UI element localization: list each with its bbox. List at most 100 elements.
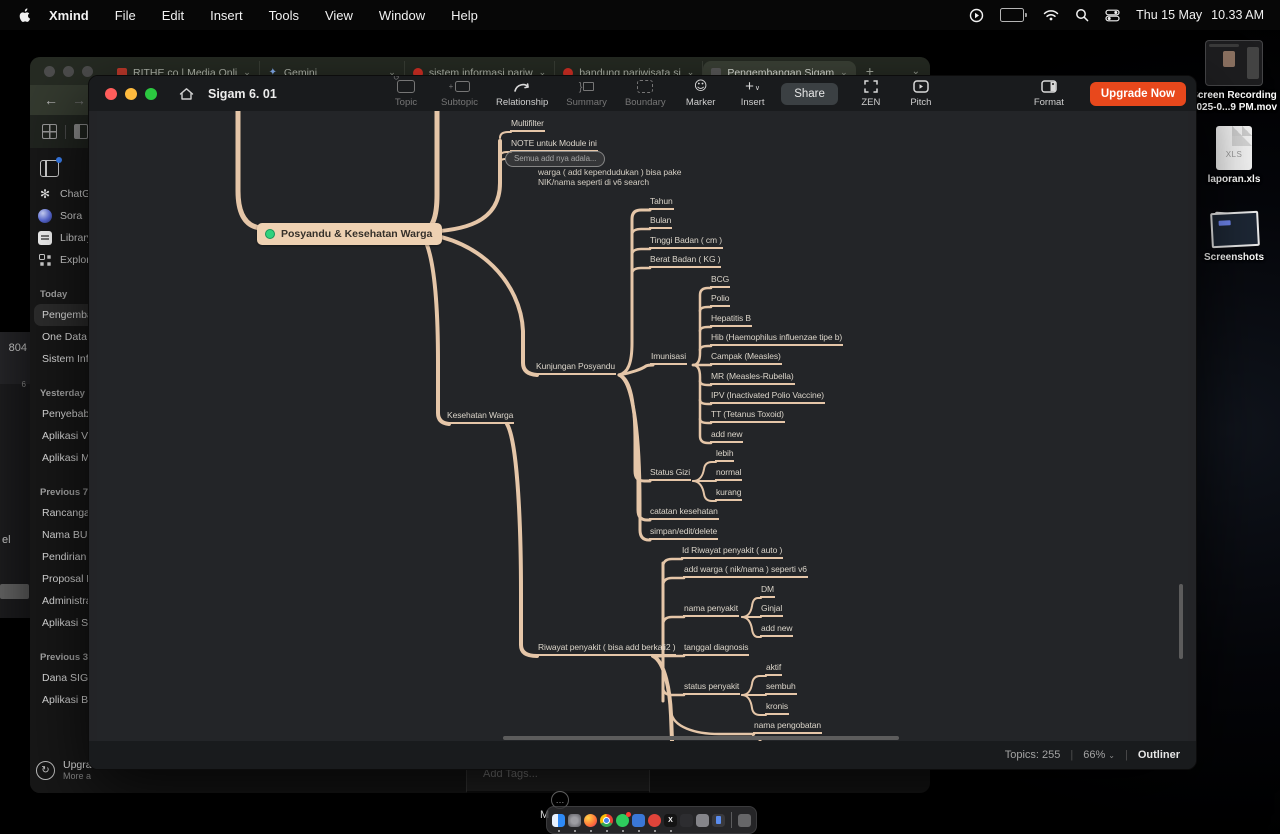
mindmap-topic[interactable]: Polio	[710, 293, 730, 307]
mindmap-topic[interactable]: sembuh	[765, 681, 797, 695]
mindmap-topic[interactable]: Tahun	[649, 196, 674, 210]
whatsapp-dock-icon[interactable]	[616, 814, 629, 827]
apple-logo-icon[interactable]	[18, 8, 31, 23]
panel-icon[interactable]	[74, 124, 88, 139]
mindmap-topic[interactable]: Hib (Haemophilus influenzae tipe b)	[710, 332, 843, 346]
menu-help[interactable]: Help	[451, 8, 478, 23]
mindmap-topic[interactable]: add warga ( nik/nama ) seperti v6	[683, 564, 808, 578]
mindmap-topic[interactable]: Tinggi Badan ( cm )	[649, 235, 723, 249]
mindmap-topic[interactable]: Riwayat penyakit ( bisa add berkali2 )	[537, 642, 676, 656]
mindmap-topic[interactable]: Id Riwayat penyakit ( auto )	[681, 545, 783, 559]
finder-dock-icon[interactable]	[552, 814, 565, 827]
chrome-dock-icon[interactable]	[600, 814, 613, 827]
forward-arrow-icon[interactable]: →	[72, 92, 86, 108]
mindmap-topic[interactable]: Kesehatan Warga	[446, 410, 514, 424]
mindmap-topic[interactable]: catatan kesehatan	[649, 506, 719, 520]
menu-edit[interactable]: Edit	[162, 8, 184, 23]
mindmap-topic[interactable]: lebih	[715, 448, 734, 462]
firefox-dock-icon[interactable]	[584, 814, 597, 827]
subtopic-button[interactable]: Subtopic	[441, 79, 478, 108]
menu-tools[interactable]: Tools	[269, 8, 299, 23]
upgrade-now-button[interactable]: Upgrade Now	[1090, 82, 1186, 106]
back-arrow-icon[interactable]: ←	[44, 92, 58, 108]
home-icon[interactable]	[179, 87, 194, 101]
desktop-icon-screen-recording[interactable]: Screen Recording 2025-0...9 PM.mov	[1188, 40, 1280, 114]
mindmap-main-topic[interactable]: Posyandu & Kesehatan Warga	[257, 223, 442, 245]
mindmap-topic[interactable]: Status Gizi	[649, 467, 691, 481]
boundary-button[interactable]: Boundary	[625, 79, 666, 108]
close-button[interactable]	[105, 88, 117, 100]
zen-button[interactable]: ZEN	[854, 79, 888, 108]
menu-view[interactable]: View	[325, 8, 353, 23]
mindmap-topic[interactable]: kronis	[765, 701, 789, 715]
grid-icon[interactable]	[42, 124, 57, 139]
archive-dock-icon[interactable]	[696, 814, 709, 827]
share-button[interactable]: Share	[781, 83, 838, 105]
mindmap-topic[interactable]: Bulan	[649, 215, 672, 229]
topic-button[interactable]: Topic	[389, 79, 423, 108]
blue-app-dock-icon[interactable]	[632, 814, 645, 827]
terminal-dock-icon[interactable]	[680, 814, 693, 827]
mindmap-topic[interactable]: TT (Tetanus Toxoid)	[710, 409, 785, 423]
mindmap-topic[interactable]: aktif	[765, 662, 782, 676]
mindmap-topic[interactable]: nama penyakit	[683, 603, 739, 617]
mindmap-topic[interactable]: NOTE untuk Module ini	[510, 138, 598, 152]
horizontal-scrollbar[interactable]	[503, 736, 899, 740]
mindmap-topic[interactable]: tanggal diagnosis	[683, 642, 749, 656]
mindmap-topic[interactable]: kurang	[715, 487, 742, 501]
mindmap-topic[interactable]: Berat Badan ( KG )	[649, 254, 721, 268]
screen-record-icon[interactable]	[969, 8, 984, 23]
mindmap-topic[interactable]: IPV (Inactivated Polio Vaccine)	[710, 390, 825, 404]
mindmap-topic[interactable]: MR (Measles-Rubella)	[710, 371, 795, 385]
control-center-icon[interactable]	[1105, 9, 1120, 22]
battery-icon[interactable]	[1000, 8, 1027, 22]
active-app-name[interactable]: Xmind	[49, 8, 89, 23]
mindmap-topic[interactable]: Campak (Measles)	[710, 351, 782, 365]
desktop-icon-laporan-xls[interactable]: XLS laporan.xls	[1188, 126, 1280, 186]
mindmap-topic[interactable]: status penyakit	[683, 681, 740, 695]
menu-file[interactable]: File	[115, 8, 136, 23]
menu-window[interactable]: Window	[379, 8, 425, 23]
mindmap-topic[interactable]: warga ( add kependudukan ) bisa pake NIK…	[537, 167, 682, 189]
divider: |	[1070, 749, 1073, 761]
mindmap-topic[interactable]: DM	[760, 584, 775, 598]
mindmap-topic[interactable]: Ginjal	[760, 603, 783, 617]
mindmap-topic[interactable]: add new	[710, 429, 743, 443]
format-button[interactable]: Format	[1032, 79, 1066, 108]
system-settings-dock-icon[interactable]	[568, 814, 581, 827]
sidebar-toggle-icon[interactable]	[40, 160, 59, 177]
xmind-dock-icon[interactable]: X	[664, 814, 677, 827]
mindmap-topic[interactable]: simpan/edit/delete	[649, 526, 718, 540]
browser-traffic-lights[interactable]	[44, 66, 93, 77]
mindmap-topic[interactable]: add new	[760, 623, 793, 637]
red-app-dock-icon[interactable]	[648, 814, 661, 827]
pitch-button[interactable]: Pitch	[904, 79, 938, 108]
mindmap-topic[interactable]: Semua add nya adala...	[505, 151, 605, 167]
mindmap-topic[interactable]: BCG	[710, 274, 730, 288]
desktop-icon-screenshots[interactable]: Screenshots	[1188, 210, 1280, 264]
vertical-scrollbar[interactable]	[1179, 584, 1183, 659]
zoom-level-control[interactable]: 66%⌄	[1083, 749, 1115, 761]
mindmap-topic[interactable]: nama pengobatan	[753, 720, 822, 734]
minimize-button[interactable]	[125, 88, 137, 100]
mindmap-topic[interactable]: Hepatitis B	[710, 313, 752, 327]
marker-button[interactable]: ☺ Marker	[684, 79, 718, 108]
mindmap-topic[interactable]: Kunjungan Posyandu	[535, 361, 616, 375]
insert-button[interactable]: +∨ Insert	[736, 79, 770, 108]
mindmap-canvas[interactable]: Multifilter NOTE untuk Module iniSemua ad…	[97, 111, 1188, 741]
spotlight-search-icon[interactable]	[1075, 8, 1089, 22]
wifi-icon[interactable]	[1043, 9, 1059, 21]
outliner-toggle[interactable]: Outliner	[1138, 749, 1180, 761]
mindmap-topic[interactable]: Imunisasi	[650, 351, 687, 365]
trash-dock-icon[interactable]	[738, 814, 751, 827]
zoom-button[interactable]	[145, 88, 157, 100]
menu-bar-clock[interactable]: Thu 15 May 10.33 AM	[1136, 8, 1264, 22]
window-traffic-lights[interactable]	[105, 88, 157, 100]
phone-dock-icon[interactable]	[712, 814, 725, 827]
mindmap-topic[interactable]: Multifilter	[510, 118, 545, 132]
menu-insert[interactable]: Insert	[210, 8, 243, 23]
relationship-button[interactable]: Relationship	[496, 79, 548, 108]
sidebar-upgrade-item[interactable]: ↻ Upgra More a	[36, 759, 92, 781]
mindmap-topic[interactable]: normal	[715, 467, 742, 481]
summary-button[interactable]: } Summary	[566, 79, 607, 108]
